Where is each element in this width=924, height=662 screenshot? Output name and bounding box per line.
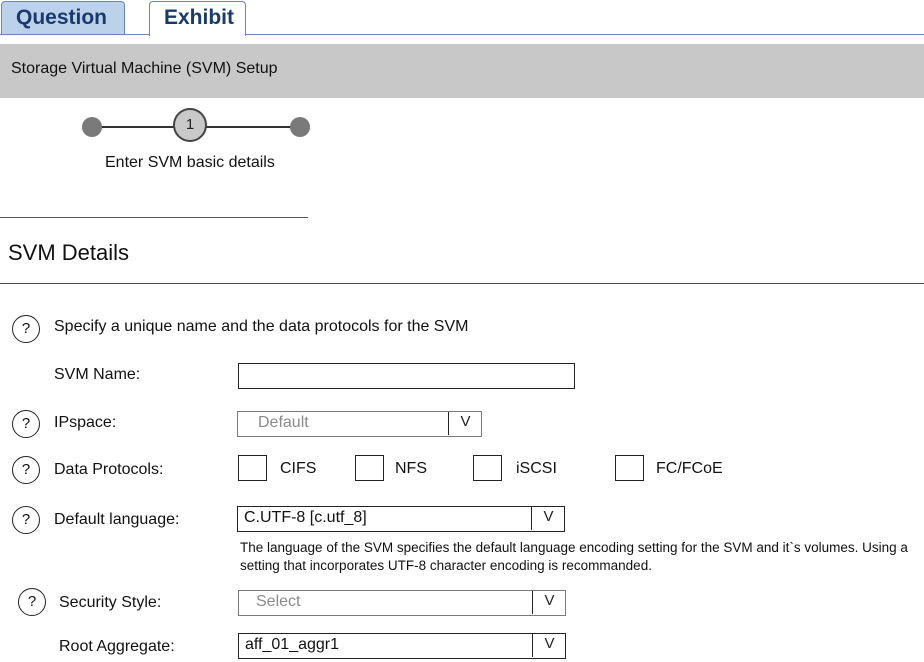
- help-icon[interactable]: ?: [12, 410, 40, 438]
- root-aggregate-label: Root Aggregate:: [59, 638, 175, 655]
- data-protocols-label: Data Protocols:: [54, 461, 164, 478]
- root-aggregate-value: aff_01_aggr1: [245, 636, 340, 653]
- default-language-note: The language of the SVM specifies the de…: [240, 540, 908, 573]
- checkbox-label-cifs: CIFS: [280, 460, 317, 477]
- default-language-value: C.UTF-8 [c.utf_8]: [244, 509, 367, 526]
- stepper-current-step: 1: [173, 108, 207, 142]
- security-style-select[interactable]: Select V: [238, 590, 566, 616]
- default-language-label: Default language:: [54, 511, 180, 528]
- checkbox-label-fcfcoe: FC/FCoE: [656, 460, 723, 477]
- chevron-down-icon[interactable]: V: [448, 412, 481, 435]
- page-title: Storage Virtual Machine (SVM) Setup: [11, 60, 278, 77]
- checkbox-fcfcoe[interactable]: [615, 455, 644, 481]
- divider: [0, 283, 924, 284]
- divider: [0, 217, 308, 218]
- tab-question[interactable]: Question: [1, 1, 125, 34]
- help-icon[interactable]: ?: [12, 456, 40, 484]
- tab-exhibit[interactable]: Exhibit: [149, 1, 246, 36]
- chevron-down-icon[interactable]: V: [532, 634, 565, 657]
- tab-divider: [0, 34, 924, 35]
- security-style-label: Security Style:: [59, 594, 162, 611]
- help-icon[interactable]: ?: [18, 588, 46, 616]
- svm-name-input[interactable]: [238, 363, 575, 389]
- chevron-down-icon[interactable]: V: [532, 591, 565, 614]
- help-icon[interactable]: ?: [12, 315, 40, 343]
- checkbox-label-nfs: NFS: [395, 460, 427, 477]
- tab-bar: Question Exhibit: [0, 0, 924, 36]
- section-title: SVM Details: [8, 240, 130, 265]
- stepper-dot-end: [290, 117, 310, 137]
- help-icon[interactable]: ?: [12, 506, 40, 534]
- ipspace-label: IPspace:: [54, 414, 117, 431]
- default-language-select[interactable]: C.UTF-8 [c.utf_8] V: [237, 506, 565, 532]
- chevron-down-icon[interactable]: V: [531, 507, 564, 530]
- form-intro: Specify a unique name and the data proto…: [54, 318, 469, 335]
- checkbox-iscsi[interactable]: [473, 455, 502, 481]
- checkbox-cifs[interactable]: [238, 455, 267, 481]
- stepper-step-label: Enter SVM basic details: [105, 154, 275, 171]
- checkbox-label-iscsi: iSCSI: [516, 460, 557, 477]
- ipspace-value: Default: [258, 414, 309, 431]
- tab-divider-gap: [150, 34, 245, 36]
- root-aggregate-select[interactable]: aff_01_aggr1 V: [238, 633, 566, 659]
- security-style-value: Select: [256, 593, 301, 610]
- ipspace-select[interactable]: Default V: [237, 411, 482, 437]
- checkbox-nfs[interactable]: [355, 455, 384, 481]
- stepper-dot-start: [82, 117, 102, 137]
- svm-name-label: SVM Name:: [54, 366, 141, 383]
